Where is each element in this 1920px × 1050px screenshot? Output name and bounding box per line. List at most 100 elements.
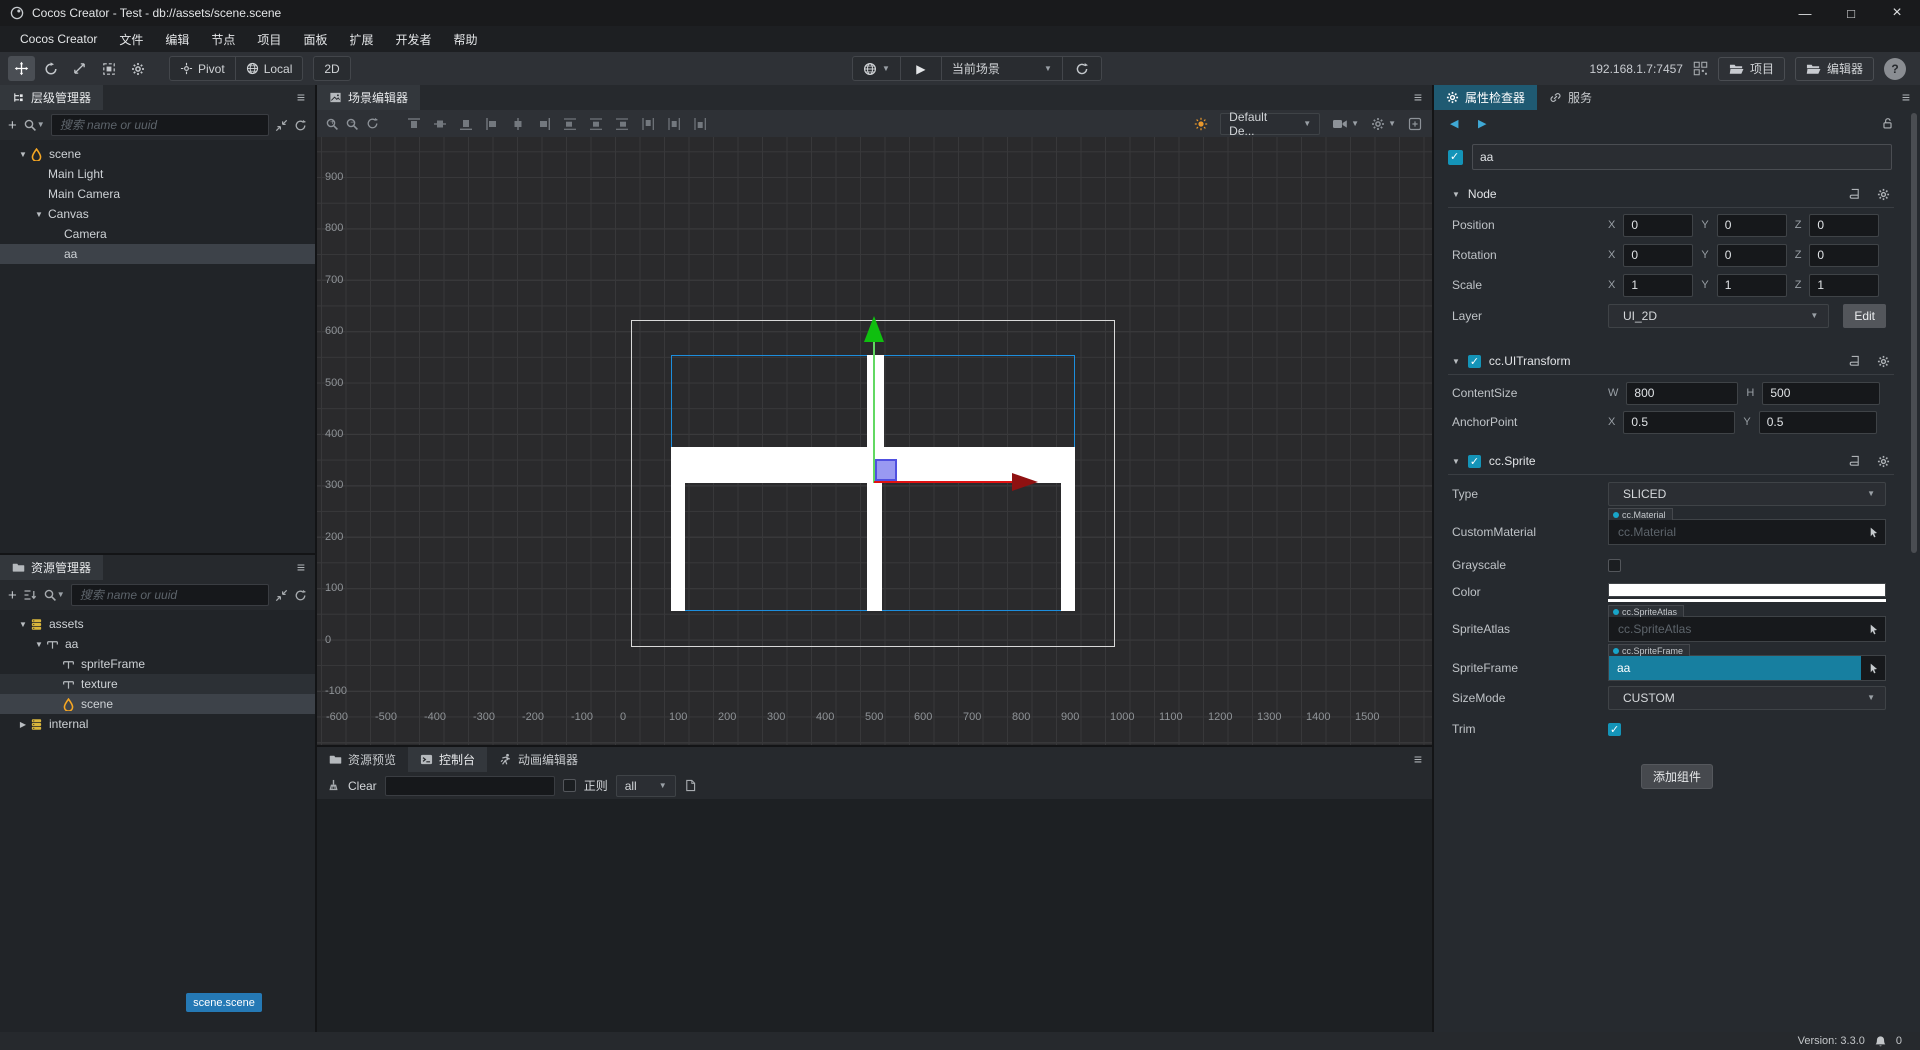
align-vcenter-icon[interactable] <box>433 117 447 131</box>
docs-icon[interactable] <box>1848 355 1861 368</box>
collapse-all-icon[interactable] <box>275 589 288 602</box>
export-log-icon[interactable] <box>684 779 697 792</box>
node-section-header[interactable]: ▼ Node <box>1434 184 1920 204</box>
node-active-checkbox[interactable] <box>1448 149 1463 165</box>
align-left-icon[interactable] <box>485 117 499 131</box>
menu-item-6[interactable]: 扩展 <box>339 27 383 52</box>
add-component-button[interactable]: 添加组件 <box>1641 764 1713 789</box>
align-right-icon[interactable] <box>537 117 551 131</box>
split-view-icon[interactable] <box>1408 117 1422 131</box>
layer-edit-button[interactable]: Edit <box>1843 304 1886 328</box>
gizmo-x-axis-line[interactable] <box>874 481 1012 483</box>
tab-inspector[interactable]: 属性检查器 <box>1434 85 1538 110</box>
menu-item-4[interactable]: 项目 <box>247 27 291 52</box>
create-asset-button[interactable]: + <box>8 588 17 603</box>
scale-z-input[interactable] <box>1809 273 1880 297</box>
sprite-section-header[interactable]: ▼ cc.Sprite <box>1434 451 1920 471</box>
distribute-vcenter-icon[interactable] <box>589 117 603 131</box>
create-node-button[interactable]: + <box>8 118 17 133</box>
hierarchy-search-input[interactable] <box>50 114 269 136</box>
move-tool-button[interactable] <box>8 56 35 81</box>
asset-picker-icon[interactable] <box>1867 622 1880 636</box>
uitransform-section-header[interactable]: ▼ cc.UITransform <box>1434 351 1920 371</box>
sprite-type-dropdown[interactable]: SLICED ▼ <box>1608 482 1886 506</box>
expand-arrow-icon[interactable]: ▶ <box>16 720 30 729</box>
menu-item-0[interactable]: Cocos Creator <box>10 28 107 50</box>
gizmo-xy-plane-handle[interactable] <box>875 459 897 481</box>
tree-item-aa[interactable]: aa <box>0 244 315 264</box>
scene-camera-dropdown[interactable]: Default De... ▼ <box>1220 110 1321 138</box>
distribute-right-icon[interactable] <box>693 117 707 131</box>
tree-item-main-light[interactable]: Main Light <box>0 164 315 184</box>
local-toggle-button[interactable]: Local <box>236 56 303 81</box>
position-x-input[interactable] <box>1623 213 1694 237</box>
light-toggle-icon[interactable] <box>1194 117 1208 131</box>
tree-item-canvas[interactable]: ▼ Canvas <box>0 204 315 224</box>
search-filter-icon[interactable]: ▼ <box>43 588 65 602</box>
play-button[interactable]: ▶ <box>901 56 941 81</box>
expand-arrow-icon[interactable]: ▼ <box>32 640 46 649</box>
gizmo-x-axis-arrow[interactable] <box>1012 473 1038 491</box>
reset-view-icon[interactable] <box>366 117 379 130</box>
refresh-icon[interactable] <box>294 589 307 602</box>
rotation-x-input[interactable] <box>1623 243 1694 267</box>
align-top-icon[interactable] <box>407 117 421 131</box>
rotate-tool-button[interactable] <box>37 56 64 81</box>
gizmo-settings-button[interactable] <box>124 56 151 81</box>
hierarchy-menu-icon[interactable]: ≡ <box>297 89 305 105</box>
console-menu-icon[interactable]: ≡ <box>1414 751 1422 767</box>
clear-label[interactable]: Clear <box>348 779 377 793</box>
close-button[interactable]: × <box>1874 0 1920 26</box>
scene-menu-icon[interactable]: ≡ <box>1414 89 1422 105</box>
scene-select-dropdown[interactable]: 当前场景 ▼ <box>942 56 1062 81</box>
console-filter-input[interactable] <box>384 775 555 796</box>
console-output[interactable] <box>317 799 1432 1030</box>
expand-arrow-icon[interactable]: ▼ <box>32 210 46 219</box>
content-size-w-input[interactable] <box>1626 381 1739 405</box>
custom-material-field[interactable]: cc.Material <box>1608 519 1886 545</box>
color-swatch[interactable] <box>1608 582 1886 597</box>
menu-item-7[interactable]: 开发者 <box>385 27 441 52</box>
regex-checkbox[interactable] <box>562 779 576 792</box>
scale-x-input[interactable] <box>1623 273 1694 297</box>
color-alpha-bar[interactable] <box>1608 598 1886 602</box>
tab-console[interactable]: 控制台 <box>408 747 488 772</box>
position-y-input[interactable] <box>1716 213 1787 237</box>
anchor-x-input[interactable] <box>1623 410 1736 434</box>
tree-item-texture[interactable]: texture <box>0 674 315 694</box>
sprite-atlas-field[interactable]: cc.SpriteAtlas <box>1608 616 1886 642</box>
tab-asset-preview[interactable]: 资源预览 <box>317 747 409 772</box>
distribute-bottom-icon[interactable] <box>615 117 629 131</box>
scale-y-input[interactable] <box>1716 273 1787 297</box>
rect-tool-button[interactable] <box>95 56 122 81</box>
camera-settings-icon[interactable]: ▼ <box>1332 118 1359 130</box>
bell-icon[interactable] <box>1875 1035 1886 1048</box>
tree-item-scene[interactable]: ▼ scene <box>0 144 315 164</box>
anchor-y-input[interactable] <box>1758 410 1877 434</box>
docs-icon[interactable] <box>1848 455 1861 468</box>
refresh-icon[interactable] <box>294 119 307 132</box>
zoom-in-icon[interactable]: + <box>325 117 335 131</box>
maximize-button[interactable]: □ <box>1828 0 1874 26</box>
scene-viewport[interactable]: 900 800 700 600 500 400 300 200 100 0 -100 -600 -50… <box>317 137 1432 745</box>
asset-picker-icon[interactable] <box>1867 661 1880 675</box>
tree-item-main-camera[interactable]: Main Camera <box>0 184 315 204</box>
search-filter-icon[interactable]: ▼ <box>23 118 45 132</box>
tab-hierarchy[interactable]: 层级管理器 <box>0 85 104 110</box>
docs-icon[interactable] <box>1848 188 1861 201</box>
rotation-z-input[interactable] <box>1809 243 1880 267</box>
distribute-top-icon[interactable] <box>563 117 577 131</box>
tree-item-internal[interactable]: ▶ internal <box>0 714 315 734</box>
assets-menu-icon[interactable]: ≡ <box>297 559 305 575</box>
menu-item-8[interactable]: 帮助 <box>443 27 487 52</box>
tree-item-aa[interactable]: ▼ aa <box>0 634 315 654</box>
open-project-button[interactable]: 项目 <box>1717 56 1785 81</box>
history-back-button[interactable]: ◀ <box>1450 117 1458 130</box>
gizmo-y-axis-arrow[interactable] <box>864 316 884 342</box>
sort-assets-icon[interactable] <box>23 588 37 602</box>
tab-services[interactable]: 服务 <box>1537 85 1605 110</box>
lock-icon[interactable] <box>1881 116 1894 130</box>
pivot-toggle-button[interactable]: Pivot <box>170 56 235 81</box>
sprite-enabled-checkbox[interactable] <box>1467 454 1481 468</box>
tree-item-assets[interactable]: ▼ assets <box>0 614 315 634</box>
